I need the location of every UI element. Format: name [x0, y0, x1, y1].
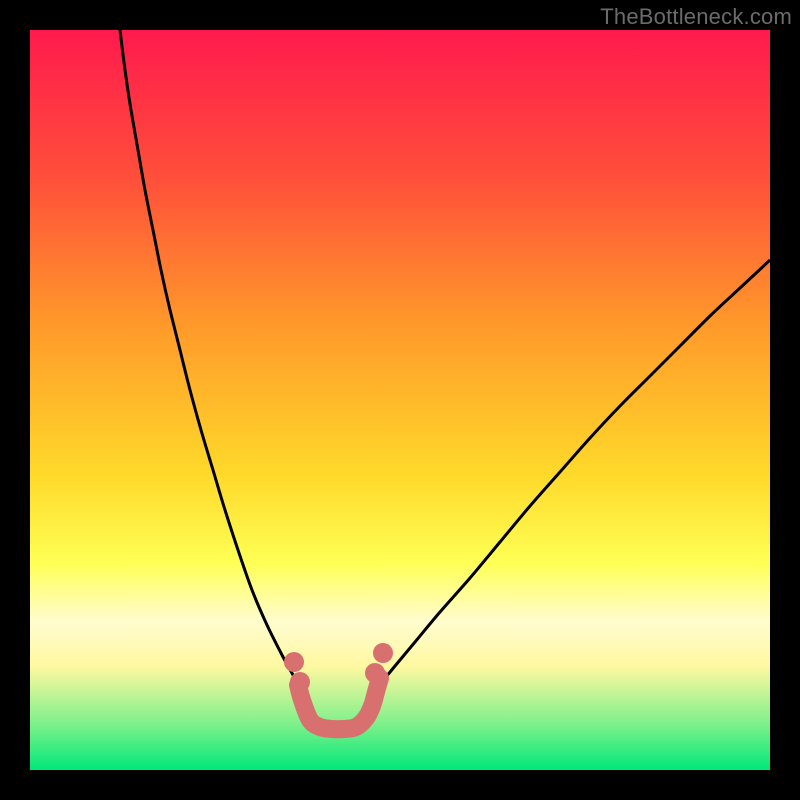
marker-dot-3: [373, 643, 393, 663]
marker-dot-1: [290, 672, 310, 692]
chart-svg: [30, 30, 770, 770]
watermark-text: TheBottleneck.com: [600, 4, 792, 30]
chart-frame: TheBottleneck.com: [0, 0, 800, 800]
marker-dot-0: [284, 652, 304, 672]
plot-area: [30, 30, 770, 770]
marker-dot-2: [365, 663, 385, 683]
